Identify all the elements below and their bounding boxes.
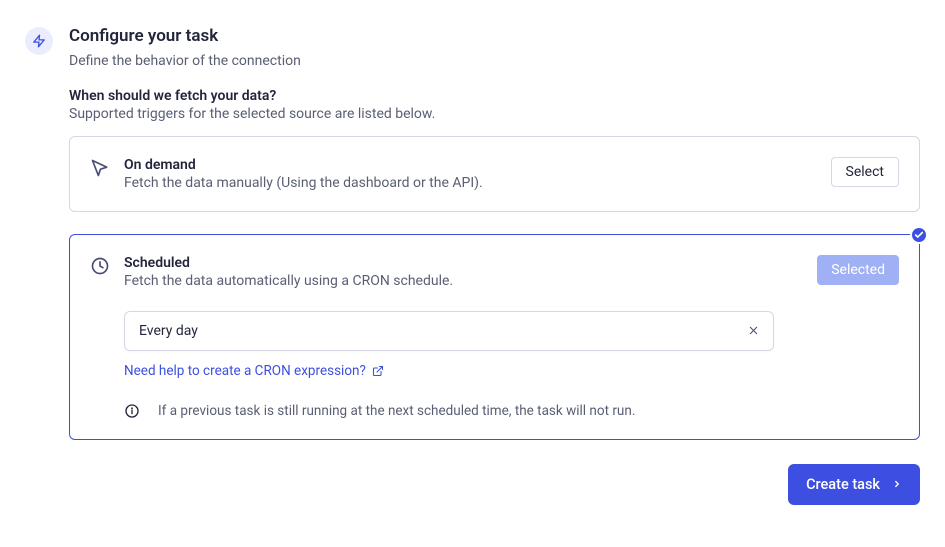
create-task-button[interactable]: Create task <box>788 464 920 505</box>
lightning-icon <box>25 27 53 55</box>
cursor-icon <box>90 158 110 178</box>
scheduled-desc: Fetch the data automatically using a CRO… <box>124 273 803 289</box>
scheduled-card[interactable]: Scheduled Fetch the data automatically u… <box>69 234 920 440</box>
page-subtitle: Define the behavior of the connection <box>69 51 920 72</box>
checkmark-badge-icon <box>910 226 928 244</box>
section-title: When should we fetch your data? <box>69 88 920 104</box>
selected-scheduled-button[interactable]: Selected <box>817 255 899 285</box>
create-task-label: Create task <box>806 476 880 493</box>
cron-input[interactable] <box>125 312 734 350</box>
select-on-demand-button[interactable]: Select <box>831 157 899 187</box>
clock-icon <box>90 256 110 276</box>
info-note: If a previous task is still running at t… <box>124 403 899 419</box>
page-title: Configure your task <box>69 25 920 49</box>
info-icon <box>124 403 140 419</box>
clear-input-button[interactable] <box>734 317 773 344</box>
on-demand-title: On demand <box>124 157 817 173</box>
cron-help-label: Need help to create a CRON expression? <box>124 363 366 379</box>
close-icon <box>748 325 759 336</box>
chevron-right-icon <box>892 477 902 491</box>
on-demand-card[interactable]: On demand Fetch the data manually (Using… <box>69 136 920 212</box>
on-demand-desc: Fetch the data manually (Using the dashb… <box>124 175 817 191</box>
page-header: Configure your task Define the behavior … <box>25 25 920 72</box>
external-link-icon <box>372 365 384 377</box>
cron-input-container <box>124 311 774 351</box>
section-desc: Supported triggers for the selected sour… <box>69 106 920 122</box>
cron-help-link[interactable]: Need help to create a CRON expression? <box>124 363 384 379</box>
scheduled-title: Scheduled <box>124 255 803 271</box>
info-note-text: If a previous task is still running at t… <box>158 403 635 419</box>
